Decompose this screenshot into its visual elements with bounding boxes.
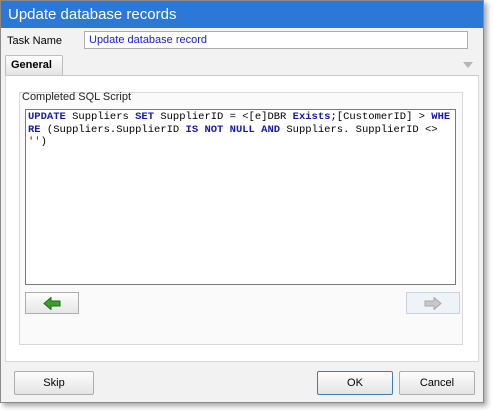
cancel-button[interactable]: Cancel xyxy=(399,371,475,395)
tab-general[interactable]: General xyxy=(5,55,63,75)
sql-token: UPDATE xyxy=(28,111,66,123)
sql-token: IS NOT NULL AND xyxy=(185,123,281,136)
cancel-label: Cancel xyxy=(419,377,455,389)
sql-token: ;[CustomerID] > xyxy=(330,111,432,123)
window-title: Update database records xyxy=(1,1,483,28)
skip-label: Skip xyxy=(43,377,65,389)
dialog-window: Update database records Task Name Genera… xyxy=(0,0,484,403)
sql-token: ) xyxy=(40,136,47,148)
general-panel: Completed SQL Script UPDATE Suppliers SE… xyxy=(5,76,479,362)
next-button[interactable] xyxy=(406,292,460,314)
next-arrow-icon xyxy=(424,297,442,310)
back-button[interactable] xyxy=(25,292,79,314)
ok-label: OK xyxy=(347,377,363,389)
ok-button[interactable]: OK xyxy=(317,371,393,395)
sql-script-editor[interactable]: UPDATE Suppliers SET SupplierID = <[e]DB… xyxy=(25,109,456,285)
dialog-body: Task Name General Completed SQL Script U… xyxy=(1,28,483,402)
sql-token: SupplierID = <[e]DBR xyxy=(154,111,293,123)
sql-token: Exists xyxy=(292,111,331,123)
sql-script-group: Completed SQL Script UPDATE Suppliers SE… xyxy=(19,91,463,345)
sql-token: '' xyxy=(28,136,41,148)
task-name-label: Task Name xyxy=(7,35,63,47)
tab-dropdown-icon[interactable] xyxy=(463,62,473,68)
sql-token: SET xyxy=(135,111,155,123)
sql-token: Suppliers xyxy=(65,111,136,123)
sql-token: Suppliers. SupplierID <> xyxy=(280,123,444,136)
tab-strip: General xyxy=(5,55,479,76)
task-name-input[interactable] xyxy=(84,31,468,49)
back-arrow-icon xyxy=(43,297,61,310)
sql-token: (Suppliers.SupplierID xyxy=(40,123,186,136)
skip-button[interactable]: Skip xyxy=(14,371,94,395)
sql-script-label: Completed SQL Script xyxy=(22,91,132,103)
